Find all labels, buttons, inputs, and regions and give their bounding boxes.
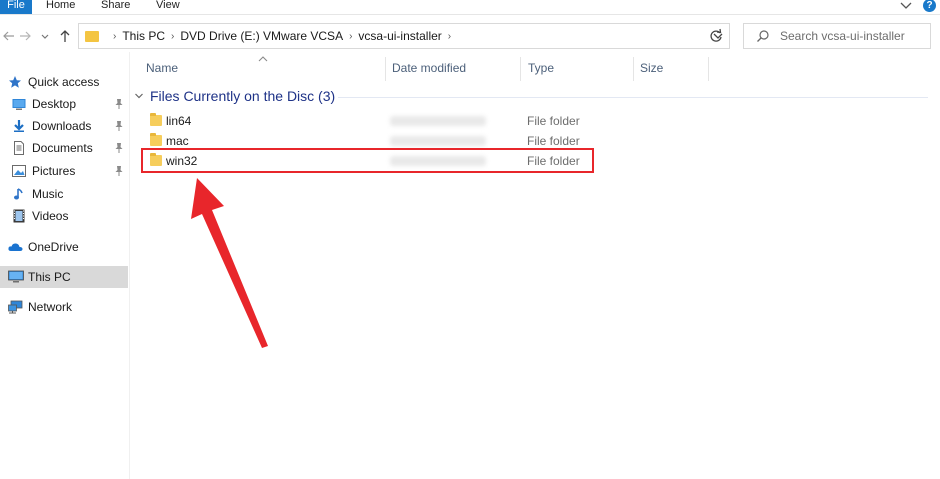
breadcrumb-dvd-drive[interactable]: DVD Drive (E:) VMware VCSA [180, 29, 343, 43]
folder-icon [150, 113, 162, 126]
column-separator[interactable] [520, 57, 521, 81]
chevron-right-icon: › [113, 30, 117, 42]
column-separator[interactable] [633, 57, 634, 81]
back-arrow-icon [3, 31, 14, 41]
pane-splitter[interactable] [129, 52, 130, 479]
network-icon [8, 300, 23, 314]
date-modified-blurred [390, 136, 486, 146]
nav-item-label: Desktop [32, 97, 77, 111]
chevron-down-icon [135, 93, 143, 99]
nav-item-quick-access[interactable]: Quick access [0, 71, 128, 93]
up-button[interactable] [58, 26, 72, 46]
group-header[interactable]: Files Currently on the Disc (3) [134, 88, 335, 104]
nav-item-this-pc[interactable]: This PC [0, 266, 128, 288]
column-separator[interactable] [708, 57, 709, 81]
music-icon [12, 187, 26, 201]
group-header-label: Files Currently on the Disc (3) [150, 88, 336, 104]
pin-icon[interactable] [114, 165, 124, 177]
computer-icon [8, 270, 24, 284]
refresh-button[interactable] [706, 24, 726, 44]
column-header-name[interactable]: Name [146, 58, 384, 82]
chevron-right-icon[interactable]: › [349, 31, 352, 42]
recent-locations-button[interactable] [38, 26, 52, 46]
nav-item-label: Pictures [32, 164, 76, 178]
pin-icon[interactable] [114, 98, 124, 110]
date-modified-blurred [390, 116, 486, 126]
file-type: File folder [527, 134, 580, 148]
nav-item-network[interactable]: Network [0, 296, 128, 318]
tab-view[interactable]: View [156, 0, 180, 14]
nav-item-videos[interactable]: Videos [0, 205, 128, 227]
documents-icon [12, 141, 26, 155]
navigation-pane: Quick access Desktop Downloads Documents [0, 62, 128, 479]
address-bar[interactable]: › This PC › DVD Drive (E:) VMware VCSA ›… [78, 23, 730, 49]
refresh-icon [710, 28, 722, 42]
column-header-date-modified[interactable]: Date modified [392, 58, 518, 82]
tab-share[interactable]: Share [101, 0, 130, 14]
download-icon [12, 119, 26, 133]
help-icon[interactable]: ? [923, 0, 936, 12]
tab-home[interactable]: Home [46, 0, 75, 14]
search-input[interactable] [780, 28, 926, 44]
column-header-size[interactable]: Size [640, 58, 706, 82]
cloud-icon [8, 240, 23, 254]
forward-button[interactable] [18, 26, 32, 46]
back-button[interactable] [2, 26, 16, 46]
nav-item-label: Quick access [28, 75, 100, 89]
nav-item-label: This PC [28, 270, 71, 284]
nav-item-label: Downloads [32, 119, 92, 133]
pin-icon[interactable] [114, 120, 124, 132]
nav-item-label: Network [28, 300, 73, 314]
column-header-type[interactable]: Type [528, 58, 632, 82]
file-row-lin64[interactable]: lin64 File folder [144, 111, 590, 131]
nav-item-music[interactable]: Music [0, 183, 128, 205]
star-icon [8, 75, 22, 89]
nav-item-pictures[interactable]: Pictures [0, 160, 128, 182]
breadcrumb-this-pc[interactable]: This PC [122, 29, 165, 43]
group-divider [338, 97, 928, 98]
nav-item-documents[interactable]: Documents [0, 137, 128, 159]
folder-icon [85, 30, 99, 42]
chevron-down-icon [41, 34, 49, 39]
file-type: File folder [527, 114, 580, 128]
nav-item-label: Music [32, 187, 64, 201]
file-name: lin64 [166, 114, 192, 128]
search-box[interactable] [743, 23, 931, 49]
search-icon [756, 29, 770, 43]
breadcrumb-vcsa-ui-installer[interactable]: vcsa-ui-installer [358, 29, 441, 43]
desktop-icon [12, 97, 26, 111]
nav-item-label: OneDrive [28, 240, 79, 254]
nav-item-label: Documents [32, 141, 93, 155]
column-separator[interactable] [385, 57, 386, 81]
ribbon: File Home Share View ? [0, 0, 940, 15]
nav-item-desktop[interactable]: Desktop [0, 93, 128, 115]
nav-item-label: Videos [32, 209, 69, 223]
videos-icon [12, 209, 26, 223]
highlight-box [141, 148, 594, 173]
nav-item-onedrive[interactable]: OneDrive [0, 236, 128, 258]
up-arrow-icon [60, 30, 70, 42]
chevron-right-icon[interactable]: › [448, 31, 451, 42]
expand-ribbon-icon[interactable] [899, 0, 913, 11]
tab-file[interactable]: File [0, 0, 32, 14]
nav-item-downloads[interactable]: Downloads [0, 115, 128, 137]
folder-icon [150, 133, 162, 146]
pin-icon[interactable] [114, 142, 124, 154]
chevron-right-icon[interactable]: › [171, 31, 174, 42]
forward-arrow-icon [20, 31, 31, 41]
file-name: mac [166, 134, 189, 148]
pictures-icon [12, 164, 26, 178]
